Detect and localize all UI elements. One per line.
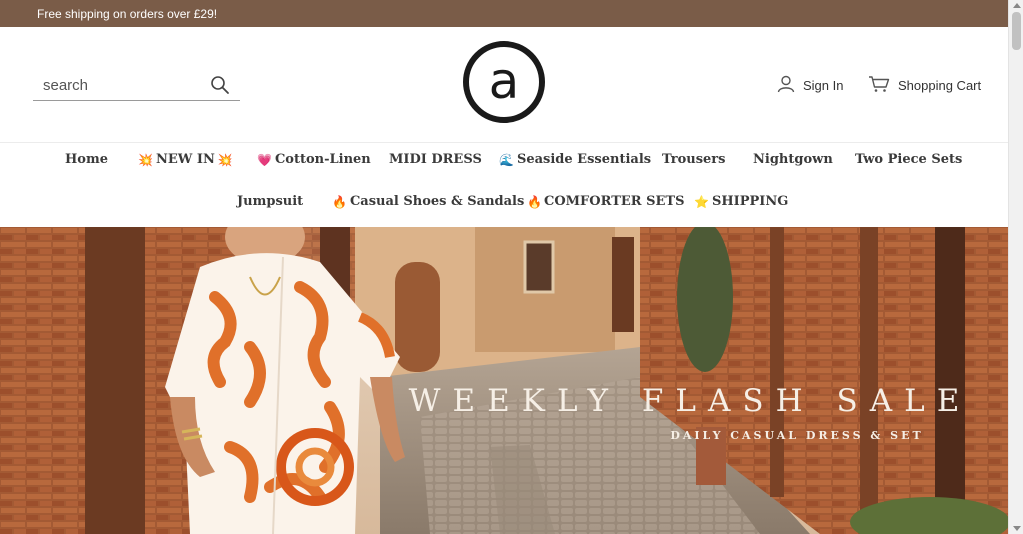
nav-item-casual-shoes-sandals[interactable]: 🔥 Casual Shoes & Sandals 🔥 — [332, 194, 542, 209]
site-logo[interactable]: a — [462, 40, 546, 124]
sign-in-label: Sign In — [803, 78, 844, 93]
nav-item-home[interactable]: Home — [65, 152, 108, 167]
fire-icon: 🔥 — [527, 194, 543, 209]
hero-subtitle: DAILY CASUAL DRESS & SET — [670, 429, 923, 442]
announcement-text: Free shipping on orders over £29! — [37, 6, 218, 21]
nav-row-2: Jumpsuit 🔥 Casual Shoes & Sandals 🔥 COMF… — [0, 194, 1008, 218]
nav-item-shipping[interactable]: ⭐ SHIPPING — [694, 194, 788, 209]
shopping-cart-link[interactable]: Shopping Cart — [868, 75, 981, 96]
nav-item-seaside-essentials[interactable]: 🌊 Seaside Essentials — [499, 152, 651, 167]
nav-item-midi-dress[interactable]: MIDI DRESS — [389, 152, 482, 167]
user-icon — [777, 75, 795, 96]
heart-icon: 💗 — [257, 152, 272, 167]
search-box[interactable] — [33, 70, 240, 101]
nav-item-jumpsuit[interactable]: Jumpsuit — [237, 194, 303, 209]
hero-title: WEEKLY FLASH SALE — [409, 383, 972, 419]
nav-item-new-in[interactable]: 💥 NEW IN 💥 — [138, 152, 233, 167]
nav-item-nightgown[interactable]: Nightgown — [753, 152, 833, 167]
search-input[interactable] — [33, 76, 203, 94]
page-scrollbar[interactable] — [1008, 0, 1023, 534]
announcement-bar: Free shipping on orders over £29! — [0, 0, 1008, 27]
nav-label: MIDI DRESS — [389, 152, 482, 167]
nav-label: Casual Shoes & Sandals — [349, 194, 525, 209]
scroll-up-arrow-icon[interactable] — [1013, 3, 1021, 8]
burst-icon: 💥 — [217, 152, 233, 167]
sign-in-link[interactable]: Sign In — [777, 75, 843, 96]
site-header: a Sign In Shopping Cart — [0, 27, 1008, 143]
main-navigation: Home 💥 NEW IN 💥 💗 Cotton-Linen MIDI DRES… — [0, 143, 1008, 227]
nav-item-trousers[interactable]: Trousers — [662, 152, 725, 167]
logo-glyph: a — [489, 52, 520, 110]
nav-label: COMFORTER SETS — [544, 194, 685, 209]
nav-label: Trousers — [662, 152, 726, 167]
star-icon: ⭐ — [694, 194, 709, 209]
scrollbar-thumb[interactable] — [1012, 12, 1021, 50]
hero-banner[interactable]: WEEKLY FLASH SALE DAILY CASUAL DRESS & S… — [0, 227, 1008, 534]
nav-label: Seaside Essentials — [516, 152, 652, 167]
nav-row-1: Home 💥 NEW IN 💥 💗 Cotton-Linen MIDI DRES… — [0, 152, 1008, 176]
nav-label: Home — [65, 152, 108, 167]
hero-image: WEEKLY FLASH SALE DAILY CASUAL DRESS & S… — [0, 227, 1008, 534]
nav-label: NEW IN — [155, 152, 215, 167]
nav-label: Two Piece Sets — [855, 152, 963, 167]
nav-label: SHIPPING — [711, 194, 789, 209]
nav-label: Nightgown — [753, 152, 833, 167]
nav-label: Cotton-Linen — [274, 152, 371, 167]
burst-icon: 💥 — [138, 152, 153, 167]
nav-item-comforter-sets[interactable]: COMFORTER SETS — [544, 194, 684, 209]
nav-item-cotton-linen[interactable]: 💗 Cotton-Linen — [257, 152, 371, 167]
wave-icon: 🌊 — [499, 152, 514, 167]
cart-icon — [868, 75, 890, 96]
nav-item-two-piece-sets[interactable]: Two Piece Sets — [855, 152, 962, 167]
scroll-down-arrow-icon[interactable] — [1013, 526, 1021, 531]
nav-label: Jumpsuit — [237, 194, 304, 209]
cart-label: Shopping Cart — [898, 78, 982, 93]
search-icon[interactable] — [210, 75, 230, 95]
fire-icon: 🔥 — [332, 194, 347, 209]
